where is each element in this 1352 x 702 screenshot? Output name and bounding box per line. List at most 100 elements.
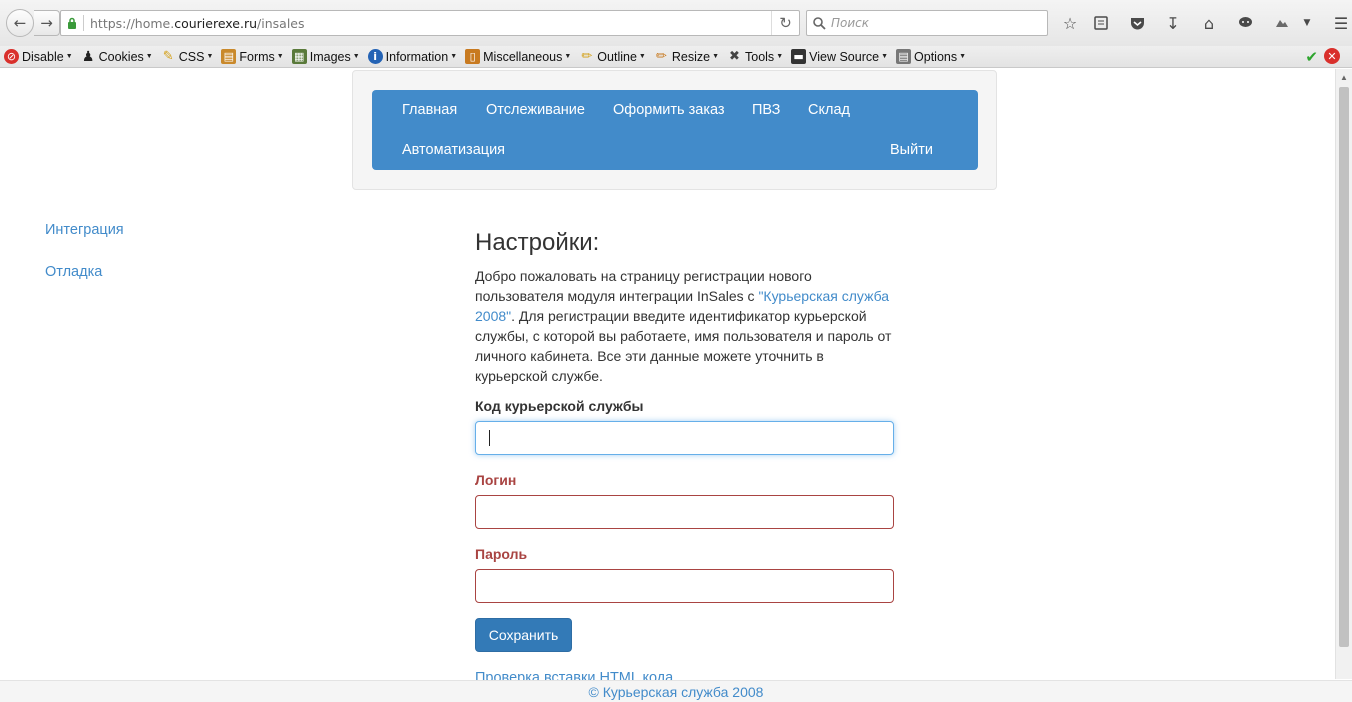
devbar-item-label: Disable	[22, 49, 64, 64]
login-label: Логин	[475, 472, 517, 488]
devbar-item-label: CSS	[178, 49, 205, 64]
devbar-miscellaneous[interactable]: ▯ Miscellaneous ▼	[465, 49, 571, 64]
devbar-item-label: Outline	[597, 49, 637, 64]
extension-icon[interactable]	[1270, 12, 1292, 34]
menu-logout[interactable]: Выйти	[890, 142, 933, 158]
url-prefix: https://home.	[90, 15, 175, 31]
devbar-disable[interactable]: ⊘ Disable ▼	[4, 49, 73, 64]
view-source-icon: ▬	[791, 49, 807, 64]
tools-icon: ✖	[729, 49, 740, 64]
address-bar[interactable]: https://home. courierexe.ru/insales ↻	[60, 10, 800, 36]
sidebar-item-integration[interactable]: Интеграция	[45, 222, 124, 238]
reload-icon[interactable]: ↻	[771, 11, 799, 35]
arrow-right-icon: →	[40, 14, 53, 32]
devbar-information[interactable]: i Information ▼	[367, 49, 457, 64]
intro-text-end: . Для регистрации введите идентификатор …	[475, 308, 892, 384]
page-scrollbar[interactable]: ▲	[1335, 69, 1352, 679]
sidebar-item-debug[interactable]: Отладка	[45, 264, 102, 280]
devbar-view-source[interactable]: ▬ View Source ▼	[791, 49, 888, 64]
menu-tracking[interactable]: Отслеживание	[486, 102, 585, 118]
caret-icon: ▼	[712, 53, 719, 60]
devbar-item-label: Cookies	[98, 49, 144, 64]
devbar-item-label: Forms	[239, 49, 275, 64]
devbar-item-label: Resize	[671, 49, 711, 64]
forward-button[interactable]: →	[34, 10, 60, 36]
url-path: /insales	[257, 15, 305, 31]
main-menu-container: Главная Отслеживание Оформить заказ ПВЗ …	[352, 70, 997, 190]
page-title: Настройки:	[475, 229, 600, 256]
home-icon[interactable]: ⌂	[1198, 12, 1220, 34]
main-menu: Главная Отслеживание Оформить заказ ПВЗ …	[372, 90, 978, 170]
devbar-options[interactable]: ▤ Options ▼	[896, 49, 966, 64]
information-icon: i	[367, 49, 383, 64]
devbar-outline[interactable]: ✏ Outline ▼	[579, 49, 646, 64]
footer: © Курьерская служба 2008	[0, 680, 1352, 702]
dropdown-arrow-icon[interactable]: ▼	[1296, 12, 1318, 34]
checkmark-icon[interactable]: ✔	[1305, 48, 1318, 66]
chat-icon[interactable]	[1234, 12, 1256, 34]
menu-pvz[interactable]: ПВЗ	[752, 102, 780, 118]
caret-icon: ▼	[145, 53, 153, 60]
devbar-css[interactable]: ✎ CSS ▼	[161, 49, 214, 64]
caret-icon: ▼	[206, 53, 214, 60]
login-input[interactable]	[475, 495, 894, 529]
courier-code-label: Код курьерской службы	[475, 398, 644, 414]
outline-pencil-icon: ✏	[581, 49, 593, 64]
footer-copyright[interactable]: © Курьерская служба 2008	[589, 684, 764, 700]
bookmark-star-icon[interactable]: ☆	[1059, 12, 1081, 34]
reading-list-icon[interactable]	[1090, 12, 1112, 34]
menu-automation[interactable]: Автоматизация	[402, 142, 505, 158]
devbar-images[interactable]: ▦ Images ▼	[291, 49, 360, 64]
css-wand-icon: ✎	[162, 49, 174, 64]
save-button[interactable]: Сохранить	[475, 618, 572, 652]
web-developer-toolbar: ⊘ Disable ▼ ♟ Cookies ▼ ✎ CSS ▼ ▤ Forms ▼ ▦ …	[0, 46, 1352, 68]
devbar-status: ✔ ✕	[1305, 48, 1340, 66]
search-placeholder: Поиск	[831, 16, 870, 30]
back-button[interactable]: ←	[6, 9, 34, 37]
menu-home[interactable]: Главная	[402, 102, 457, 118]
url-separator	[83, 15, 84, 31]
caret-icon: ▼	[564, 53, 572, 60]
download-icon[interactable]: ↧	[1162, 12, 1184, 34]
devbar-item-label: Images	[309, 49, 351, 64]
browser-navbar: ← → https://home. courierexe.ru/insales ↻…	[0, 0, 1352, 46]
disable-icon: ⊘	[4, 49, 19, 64]
forms-clipboard-icon: ▤	[221, 49, 237, 64]
devbar-tools[interactable]: ✖ Tools ▼	[727, 49, 783, 64]
search-icon	[807, 16, 831, 30]
hamburger-menu-icon[interactable]: ☰	[1330, 12, 1352, 34]
resize-ruler-icon: ✏	[655, 49, 667, 64]
devbar-item-label: View Source	[809, 49, 880, 64]
caret-icon: ▼	[276, 53, 284, 60]
devbar-item-label: Information	[385, 49, 449, 64]
menu-warehouse[interactable]: Склад	[808, 102, 850, 118]
search-bar[interactable]: Поиск	[806, 10, 1048, 36]
caret-icon: ▼	[959, 53, 967, 60]
error-icon[interactable]: ✕	[1324, 48, 1340, 64]
cookies-icon: ♟	[81, 48, 95, 65]
arrow-left-icon: ←	[13, 14, 27, 32]
devbar-item-label: Options	[914, 49, 958, 64]
devbar-resize[interactable]: ✏ Resize ▼	[654, 49, 719, 64]
miscellaneous-icon: ▯	[465, 49, 481, 64]
caret-icon: ▼	[352, 53, 360, 60]
devbar-forms[interactable]: ▤ Forms ▼	[221, 49, 284, 64]
devbar-cookies[interactable]: ♟ Cookies ▼	[81, 48, 153, 65]
courier-code-input[interactable]	[475, 421, 894, 455]
images-icon: ▦	[291, 49, 307, 64]
scroll-thumb[interactable]	[1339, 87, 1349, 647]
menu-order[interactable]: Оформить заказ	[613, 102, 725, 118]
options-icon: ▤	[896, 49, 912, 64]
scroll-up-icon[interactable]: ▲	[1336, 69, 1352, 86]
caret-icon: ▼	[881, 53, 889, 60]
lock-icon	[61, 17, 83, 29]
devbar-item-label: Tools	[745, 49, 775, 64]
caret-icon: ▼	[638, 53, 646, 60]
pocket-icon[interactable]	[1126, 12, 1148, 34]
caret-icon: ▼	[776, 53, 784, 60]
password-input[interactable]	[475, 569, 894, 603]
devbar-item-label: Miscellaneous	[483, 49, 563, 64]
url-host: courierexe.ru	[174, 15, 258, 31]
intro-text: Добро пожаловать на страницу регистрации…	[475, 266, 895, 386]
password-label: Пароль	[475, 546, 528, 562]
